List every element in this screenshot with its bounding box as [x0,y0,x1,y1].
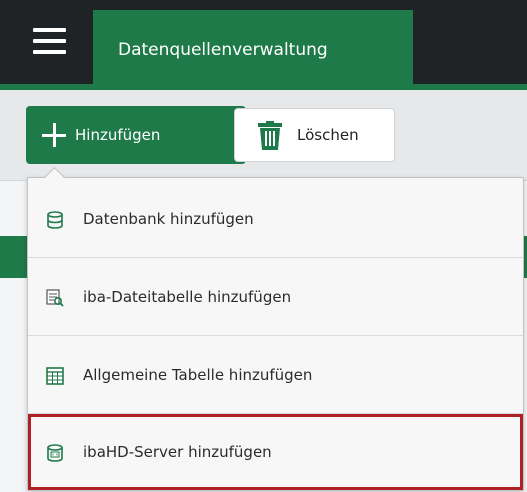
delete-button-label: Löschen [297,126,359,144]
menu-item-label: ibaHD-Server hinzufügen [83,443,272,461]
trash-icon [258,121,282,150]
delete-button[interactable]: Löschen [234,108,395,162]
menu-item-label: Allgemeine Tabelle hinzufügen [83,366,313,384]
add-button[interactable]: Hinzufügen [26,106,246,164]
menu-item-label: Datenbank hinzufügen [83,210,254,228]
plus-icon [42,123,66,147]
toolbar: Hinzufügen Löschen [0,90,527,180]
menu-item-add-database[interactable]: Datenbank hinzufügen [28,180,523,258]
hamburger-menu-icon[interactable] [33,28,66,54]
hd-server-icon [47,444,63,462]
top-bar: Datenquellenverwaltung [0,0,527,90]
tab-datenquellenverwaltung[interactable]: Datenquellenverwaltung [93,10,413,90]
add-dropdown-menu: Datenbank hinzufügen iba-Dateitabelle hi… [27,166,524,491]
add-button-label: Hinzufügen [75,126,161,144]
menu-item-add-ibahd-server[interactable]: ibaHD-Server hinzufügen [28,414,523,490]
database-icon [47,211,63,229]
file-table-icon [46,289,64,307]
menu-item-add-iba-file-table[interactable]: iba-Dateitabelle hinzufügen [28,258,523,336]
menu-item-add-general-table[interactable]: Allgemeine Tabelle hinzufügen [28,336,523,414]
table-icon [46,367,64,385]
menu-item-label: iba-Dateitabelle hinzufügen [83,288,292,306]
